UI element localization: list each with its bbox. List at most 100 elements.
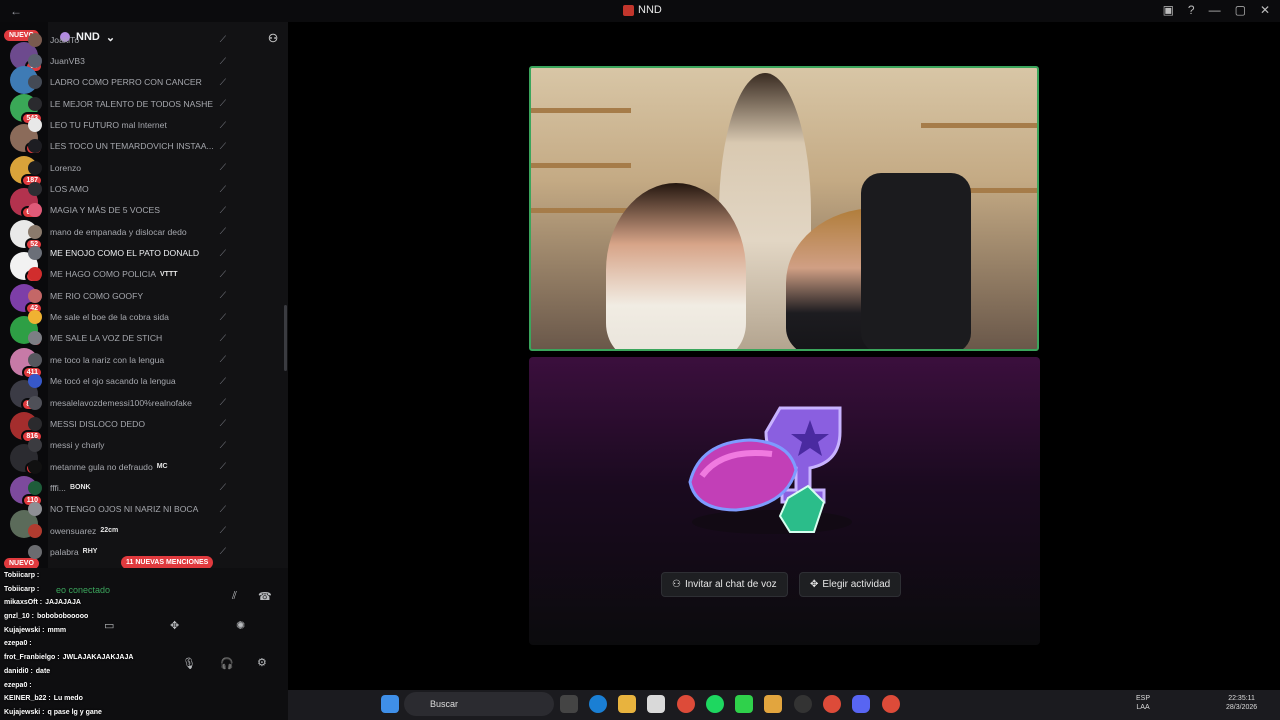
back-arrow-icon[interactable]: ← [0,4,40,18]
member-row[interactable]: mesalelavozdemessi100%realnofake ⟋ [28,392,234,413]
member-row[interactable]: MAGIA Y MÁS DE 5 VOCES ⟋ [28,200,234,221]
chrome-icon[interactable] [823,695,841,713]
chat-line: Tobiicarp : [4,569,194,583]
avatar [28,160,42,175]
members-list: JoakiTo ⟋ JuanVB3 ⟋ LADRO COMO PERRO CON CAN… [28,29,234,563]
help-icon[interactable]: ? [1188,3,1195,17]
choose-activity-label: Elegir actividad [822,579,891,590]
member-name: MAGIA Y MÁS DE 5 VOCES [50,205,161,216]
member-name: LES TOCO UN TEMARDOVICH INSTAA... [50,141,214,152]
deafened-icon: ⟋ [219,418,226,429]
start-icon[interactable] [381,695,399,713]
chat-line: Tobiicarp : [4,583,194,597]
deafened-icon: ⟋ [219,226,226,237]
noise-suppression-icon[interactable]: ⫽ [232,590,237,603]
member-row[interactable]: LADRO COMO PERRO CON CANCER ⟋ [28,72,234,93]
avatar [28,267,42,282]
deafened-icon: ⟋ [219,140,226,151]
member-row[interactable]: LOS AMO ⟋ [28,178,234,199]
member-row[interactable]: LEO TU FUTURO mal Internet ⟋ [28,114,234,135]
choose-activity-button[interactable]: ✥ Elegir actividad [799,572,902,597]
member-row[interactable]: mano de empanada y dislocar dedo ⟋ [28,221,234,242]
add-user-icon[interactable]: ⚇ [268,32,278,45]
member-row[interactable]: JuanVB3 ⟋ [28,50,234,71]
deafened-icon: ⟋ [219,332,226,343]
member-row[interactable]: me toco la nariz con la lengua ⟋ [28,349,234,370]
taskbar-search[interactable]: Buscar [404,692,554,716]
member-name: NO TENGO OJOS NI NARIZ NI BOCA [50,504,199,515]
member-name: LE MEJOR TALENTO DE TODOS NASHE [50,98,214,109]
chat-message: JWLAJAKAJAKJAJA [62,654,134,662]
chat-user: Kujajewski : [4,708,45,716]
minimize-button[interactable]: — [1209,3,1221,17]
member-name: mesalelavozdemessi100%realnofake [50,397,192,408]
member-row[interactable]: ME SALE LA VOZ DE STICH ⟋ [28,328,234,349]
scrollbar[interactable] [284,305,287,371]
member-name: Me tocó el ojo sacando la lengua [50,376,176,387]
member-name: ME RIO COMO GOOFY [50,290,144,301]
avatar [28,459,42,474]
avatar [28,438,42,453]
chat-message: JAJAJAJA [45,599,81,607]
chat-line: Kujajewski : mmm [4,624,194,638]
task-view-icon[interactable] [560,695,578,713]
edge-icon[interactable] [589,695,607,713]
inbox-icon[interactable]: ▣ [1163,3,1174,17]
video-person [606,183,746,349]
video-shelf [531,108,631,113]
member-row[interactable]: ME HAGO COMO POLICIA VTTT ⟋ [28,264,234,285]
member-row[interactable]: ME ENOJO COMO EL PATO DONALD ⟋ [28,242,234,263]
deafened-icon: ⟋ [219,482,226,493]
soundboard-icon[interactable]: ✺ [236,619,245,632]
chrome-icon[interactable] [677,695,695,713]
avatar [28,502,42,517]
member-row[interactable]: JoakiTo ⟋ [28,29,234,50]
avatar [28,182,42,197]
chat-line: danidi0 : date [4,665,194,679]
language-indicator[interactable]: ESP LAA [1136,694,1150,712]
spotify-icon[interactable] [706,695,724,713]
invite-voice-button[interactable]: ⚇ Invitar al chat de voz [661,572,788,597]
member-row[interactable]: metanme gula no defraudo MC ⟋ [28,456,234,477]
clock[interactable]: 22:35:11 28/3/2026 [1226,694,1257,712]
add-user-icon: ⚇ [672,579,681,590]
disconnect-icon[interactable]: ☎ [258,590,272,603]
member-row[interactable]: LES TOCO UN TEMARDOVICH INSTAA... ⟋ [28,136,234,157]
member-row[interactable]: Lorenzo ⟋ [28,157,234,178]
chat-message: q pase lg y gane [47,708,102,716]
avatar [28,118,42,133]
store-icon[interactable] [647,695,665,713]
video-shelf [531,163,631,168]
settings-gear-icon[interactable]: ⚙ [257,656,267,669]
discord-icon[interactable] [852,695,870,713]
app-icon[interactable] [764,695,782,713]
maximize-button[interactable]: ▢ [1235,3,1246,17]
chat-user: mikaxsOft : [4,599,43,607]
chat-line: mikaxsOft : JAJAJAJA [4,596,194,610]
member-tag: RHY [82,548,98,556]
file-explorer-icon[interactable] [618,695,636,713]
activity-icon: ✥ [810,579,819,590]
member-row[interactable]: fffi... BONK ⟋ [28,477,234,498]
deafened-icon: ⟋ [219,119,226,130]
kick-icon[interactable] [735,695,753,713]
member-row[interactable]: Me tocó el ojo sacando la lengua ⟋ [28,371,234,392]
member-tag: VTTT [160,270,178,278]
avatar [28,288,42,303]
member-name: JoakiTo [50,34,80,45]
video-tile[interactable] [529,66,1039,351]
member-row[interactable]: owensuarez 22cm ⟋ [28,520,234,541]
member-row[interactable]: NO TENGO OJOS NI NARIZ NI BOCA ⟋ [28,499,234,520]
member-row[interactable]: ME RIO COMO GOOFY ⟋ [28,285,234,306]
member-row[interactable]: messi y charly ⟋ [28,435,234,456]
member-row[interactable]: Me sale el boe de la cobra sida ⟋ [28,306,234,327]
close-button[interactable]: ✕ [1260,3,1270,17]
member-row[interactable]: LE MEJOR TALENTO DE TODOS NASHE ⟋ [28,93,234,114]
avatar [28,416,42,431]
member-name: LEO TU FUTURO mal Internet [50,120,167,131]
member-row[interactable]: MESSI DISLOCO DEDO ⟋ [28,413,234,434]
chrome-icon[interactable] [882,695,900,713]
app-icon[interactable] [794,695,812,713]
deafened-icon: ⟋ [219,55,226,66]
headphones-icon[interactable]: 🎧 [220,657,234,670]
